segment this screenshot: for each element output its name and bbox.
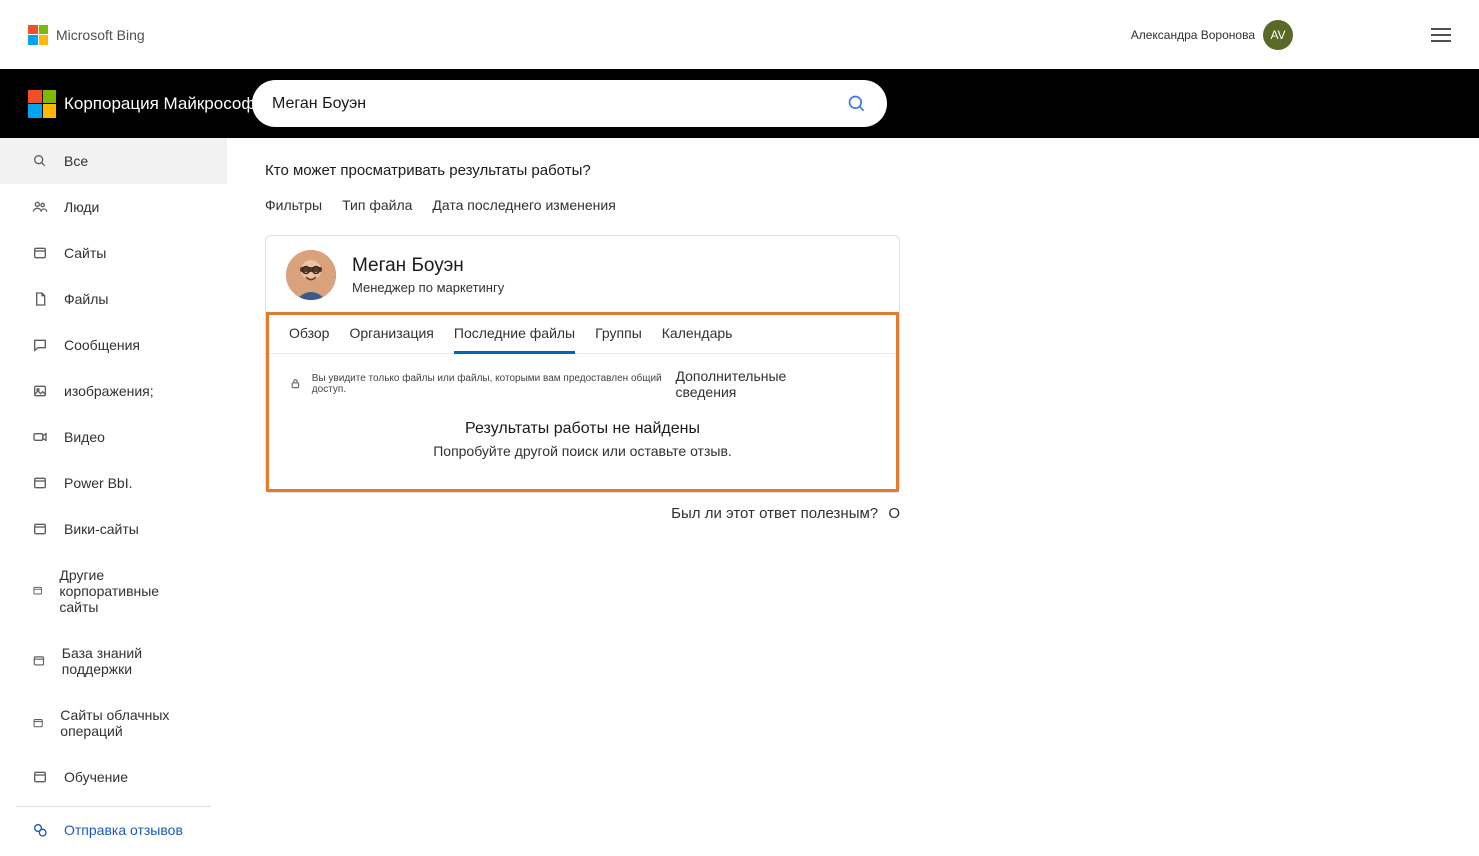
sidebar-item-label: Отправка отзывов — [64, 822, 183, 838]
microsoft-logo-icon — [28, 25, 48, 45]
sidebar-item-messages[interactable]: Сообщения — [0, 322, 227, 368]
sidebar-item-label: Все — [64, 153, 88, 169]
microsoft-logo-icon — [28, 90, 56, 118]
info-bar: Вы увидите только файлы или файлы, котор… — [269, 354, 896, 410]
people-icon — [32, 199, 48, 215]
filters-row: Фильтры Тип файла Дата последнего измене… — [265, 197, 1479, 213]
site-icon — [32, 583, 43, 599]
filter-file-type[interactable]: Тип файла — [342, 197, 412, 213]
sidebar-item-feedback[interactable]: Отправка отзывов — [0, 807, 227, 853]
answer-feedback: Был ли этот ответ полезным? О — [265, 505, 900, 522]
empty-subtitle: Попробуйте другой поиск или оставьте отз… — [269, 443, 896, 459]
sidebar-item-sites[interactable]: Сайты — [0, 230, 227, 276]
sidebar-item-label: изображения; — [64, 383, 154, 399]
tab-recent-files[interactable]: Последние файлы — [454, 325, 575, 354]
sidebar-item-all[interactable]: Все — [0, 138, 227, 184]
sidebar-item-files[interactable]: Файлы — [0, 276, 227, 322]
microsoft-bing-logo[interactable]: Microsoft Bing — [28, 25, 145, 45]
search-input[interactable] — [272, 95, 847, 113]
person-card: Меган Боуэн Менеджер по маркетингу Обзор… — [265, 235, 900, 493]
site-icon — [32, 715, 44, 731]
sidebar-item-wiki[interactable]: Вики-сайты — [0, 506, 227, 552]
site-icon — [32, 653, 46, 669]
person-role: Менеджер по маркетингу — [352, 280, 504, 295]
info-more-link[interactable]: Дополнительные сведения — [676, 368, 837, 400]
sidebar-item-images[interactable]: изображения; — [0, 368, 227, 414]
lock-icon — [289, 377, 302, 391]
menu-icon[interactable] — [1431, 28, 1451, 42]
filter-last-modified[interactable]: Дата последнего изменения — [432, 197, 615, 213]
sidebar-item-label: Обучение — [64, 769, 128, 785]
visibility-question: Кто может просматривать результаты работ… — [265, 162, 1479, 179]
sidebar-item-label: Сайты облачных операций — [60, 707, 195, 739]
feedback-question: Был ли этот ответ полезным? — [671, 505, 878, 522]
sidebar-item-label: Power BbI. — [64, 475, 132, 491]
site-icon — [32, 475, 48, 491]
site-icon — [32, 521, 48, 537]
file-icon — [32, 291, 48, 307]
info-note: Вы увидите только файлы или файлы, котор… — [312, 373, 666, 395]
user-avatar[interactable]: AV — [1263, 20, 1293, 50]
sidebar-item-label: База знаний поддержки — [62, 645, 195, 677]
top-header: Microsoft Bing Александра Воронова AV — [0, 0, 1479, 69]
sidebar-item-training[interactable]: Обучение — [0, 754, 227, 800]
empty-state: Результаты работы не найдены Попробуйте … — [269, 410, 896, 489]
person-photo[interactable] — [286, 250, 336, 300]
sidebar-item-label: Люди — [64, 199, 99, 215]
tab-calendar[interactable]: Календарь — [662, 325, 733, 353]
search-icon[interactable] — [847, 94, 867, 114]
highlighted-section: Обзор Организация Последние файлы Группы… — [266, 312, 899, 492]
filters-label: Фильтры — [265, 197, 322, 213]
sidebar-item-corp-sites[interactable]: Другие корпоративные сайты — [0, 552, 227, 630]
person-header: Меган Боуэн Менеджер по маркетингу — [266, 236, 899, 312]
sidebar: Все Люди Сайты Файлы Сообщения — [0, 138, 227, 856]
site-icon — [32, 245, 48, 261]
main-layout: Все Люди Сайты Файлы Сообщения — [0, 138, 1479, 856]
sidebar-item-label: Видео — [64, 429, 105, 445]
person-tabs: Обзор Организация Последние файлы Группы… — [269, 315, 896, 354]
sidebar-item-video[interactable]: Видео — [0, 414, 227, 460]
tab-overview[interactable]: Обзор — [289, 325, 329, 353]
brand-text: Корпорация Майкрософт — [64, 94, 263, 114]
sidebar-item-label: Сайты — [64, 245, 106, 261]
tab-groups[interactable]: Группы — [595, 325, 642, 353]
search-brand[interactable]: Корпорация Майкрософт — [28, 90, 263, 118]
feedback-icon — [32, 822, 48, 838]
feedback-suffix[interactable]: О — [888, 505, 900, 522]
sidebar-item-kb[interactable]: База знаний поддержки — [0, 630, 227, 692]
sidebar-item-people[interactable]: Люди — [0, 184, 227, 230]
sidebar-item-label: Сообщения — [64, 337, 140, 353]
sidebar-item-label: Файлы — [64, 291, 108, 307]
video-icon — [32, 429, 48, 445]
message-icon — [32, 337, 48, 353]
user-name-label[interactable]: Александра Воронова — [1131, 28, 1255, 42]
sidebar-item-cloud-sites[interactable]: Сайты облачных операций — [0, 692, 227, 754]
image-icon — [32, 383, 48, 399]
search-icon — [32, 153, 48, 169]
content-area: Кто может просматривать результаты работ… — [227, 138, 1479, 856]
empty-title: Результаты работы не найдены — [269, 420, 896, 438]
site-icon — [32, 769, 48, 785]
header-right: Александра Воронова AV — [1131, 20, 1451, 50]
sidebar-item-powerbi[interactable]: Power BbI. — [0, 460, 227, 506]
sidebar-item-label: Вики-сайты — [64, 521, 139, 537]
search-box[interactable] — [252, 80, 887, 127]
search-bar: Корпорация Майкрософт — [0, 69, 1479, 138]
bing-logo-text: Microsoft Bing — [56, 27, 145, 43]
tab-organization[interactable]: Организация — [349, 325, 433, 353]
person-name: Меган Боуэн — [352, 255, 504, 277]
sidebar-item-label: Другие корпоративные сайты — [59, 567, 195, 615]
